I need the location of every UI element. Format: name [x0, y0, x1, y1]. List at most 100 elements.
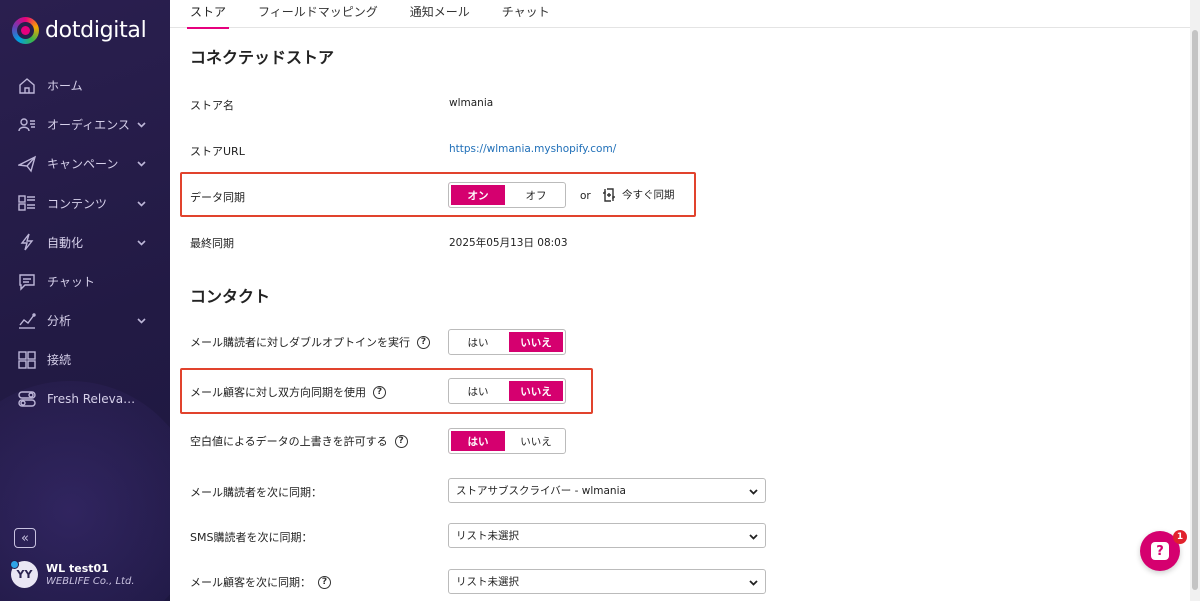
help-icon[interactable]: ? — [318, 575, 331, 589]
chevron-down-icon — [749, 532, 758, 541]
store-name-label: ストア名 — [190, 99, 234, 112]
data-sync-label: データ同期 — [190, 191, 245, 204]
sidebar-item-label: 分析 — [47, 314, 72, 329]
sidebar-item-label: 自動化 — [47, 235, 84, 250]
automation-icon — [17, 233, 36, 252]
help-icon[interactable]: ? — [394, 434, 408, 448]
last-sync-label: 最終同期 — [190, 237, 234, 250]
sms-subscribers-sync-label: SMS購読者を次に同期： — [190, 531, 313, 544]
chevron-down-icon — [137, 198, 146, 207]
sidebar-item-analytics[interactable]: 分析 — [0, 301, 170, 340]
sidebar-item-label: キャンペーン — [47, 157, 119, 172]
help-icon[interactable]: ? — [373, 385, 386, 399]
tab-bar: ストア フィールドマッピング 通知メール チャット — [170, 0, 1190, 29]
campaign-icon — [17, 154, 36, 173]
sidebar-item-fresh-relevance[interactable]: Fresh Releva… — [0, 380, 170, 419]
sidebar-item-automation[interactable]: 自動化 — [0, 223, 170, 262]
sidebar-item-label: コンテンツ — [47, 196, 108, 211]
last-sync-value: 2025年05月13日 08:03 — [449, 237, 568, 249]
tab-notification-email[interactable]: 通知メール — [410, 0, 470, 28]
help-chat-icon: ? — [1151, 542, 1169, 560]
sms-subscribers-sync-select[interactable]: リスト未選択 — [448, 523, 766, 548]
double-optin-row: メール購読者に対しダブルオプトインを実行 ? — [190, 334, 430, 350]
store-url-link[interactable]: https://wlmania.myshopify.com/ — [449, 143, 616, 155]
status-dot — [10, 560, 19, 569]
sidebar-item-content[interactable]: コンテンツ — [0, 184, 170, 223]
chevron-down-icon — [749, 487, 758, 496]
two-way-sync-yes-option[interactable]: はい — [449, 379, 507, 403]
main-content: ストア フィールドマッピング 通知メール チャット コネクテッドストア ストア名… — [170, 0, 1190, 601]
sidebar-item-home[interactable]: ホーム — [0, 66, 170, 105]
contacts-title: コンタクト — [190, 287, 271, 306]
sidebar-item-label: オーディエンス — [47, 118, 130, 133]
user-name: WL test01 — [46, 562, 109, 575]
scrollbar[interactable] — [1190, 0, 1200, 601]
email-customers-sync-row: メール顧客を次に同期： ? — [190, 574, 331, 590]
connect-icon — [17, 350, 36, 369]
chat-icon — [17, 272, 36, 291]
tab-store[interactable]: ストア — [186, 0, 230, 29]
sms-subscribers-sync-value: リスト未選択 — [456, 530, 519, 542]
tab-chat[interactable]: チャット — [502, 0, 550, 28]
analytics-icon — [17, 311, 36, 330]
data-sync-on-option[interactable]: オン — [449, 183, 507, 207]
connected-store-title: コネクテッドストア — [190, 48, 335, 67]
user-company: WEBLIFE Co., Ltd. — [46, 576, 135, 587]
double-optin-no-option[interactable]: いいえ — [507, 330, 565, 354]
sidebar-item-label: Fresh Releva… — [47, 392, 136, 407]
two-way-sync-row: メール顧客に対し双方向同期を使用 ? — [190, 384, 386, 400]
store-name-value: wlmania — [449, 97, 494, 109]
toggles-icon — [17, 390, 36, 409]
sync-now-label: 今すぐ同期 — [622, 189, 675, 201]
two-way-sync-no-option[interactable]: いいえ — [507, 379, 565, 403]
audience-icon — [17, 115, 36, 134]
avatar-initials: YY — [16, 568, 33, 581]
brand-name: dotdigital — [45, 18, 147, 43]
help-icon[interactable]: ? — [417, 335, 430, 349]
allow-blank-yes-option[interactable]: はい — [449, 429, 507, 453]
user-profile[interactable]: YY WL test01 WEBLIFE Co., Ltd. — [10, 560, 135, 588]
chevron-down-icon — [137, 119, 146, 128]
scrollbar-thumb[interactable] — [1192, 30, 1198, 590]
store-url-label: ストアURL — [190, 145, 245, 158]
avatar: YY — [10, 560, 38, 588]
sidebar-item-chat[interactable]: チャット — [0, 262, 170, 301]
data-sync-off-option[interactable]: オフ — [507, 183, 565, 207]
double-optin-yes-option[interactable]: はい — [449, 330, 507, 354]
sidebar-item-label: ホーム — [47, 79, 83, 94]
data-sync-toggle: オン オフ — [448, 182, 566, 208]
allow-blank-label: 空白値によるデータの上書きを許可する — [190, 435, 388, 448]
or-text: or — [580, 190, 591, 202]
brand-logo[interactable]: dotdigital — [12, 17, 147, 44]
email-customers-sync-value: リスト未選択 — [456, 576, 519, 588]
chevron-down-icon — [137, 237, 146, 246]
content-icon — [17, 194, 36, 213]
allow-blank-toggle: はい いいえ — [448, 428, 566, 454]
email-subscribers-sync-select[interactable]: ストアサブスクライバー - wlmania — [448, 478, 766, 503]
tab-field-mapping[interactable]: フィールドマッピング — [258, 0, 378, 28]
notification-badge: 1 — [1173, 530, 1187, 544]
double-optin-toggle: はい いいえ — [448, 329, 566, 355]
allow-blank-row: 空白値によるデータの上書きを許可する ? — [190, 433, 408, 449]
home-icon — [17, 76, 36, 95]
sidebar-item-campaign[interactable]: キャンペーン — [0, 144, 170, 183]
sidebar: dotdigital ホーム オーディエンス キャンペーン コンテンツ 自動化 — [0, 0, 170, 601]
chevron-down-icon — [137, 315, 146, 324]
allow-blank-no-option[interactable]: いいえ — [507, 429, 565, 453]
two-way-sync-label: メール顧客に対し双方向同期を使用 — [190, 386, 366, 399]
two-way-sync-toggle: はい いいえ — [448, 378, 566, 404]
sync-now-button[interactable]: 今すぐ同期 — [602, 187, 675, 202]
sync-icon — [603, 187, 615, 202]
sidebar-nav: ホーム オーディエンス キャンペーン コンテンツ 自動化 チャット 分析 接続 … — [0, 66, 170, 419]
double-chevron-left-icon: « — [21, 530, 29, 546]
sidebar-item-label: チャット — [47, 275, 95, 290]
email-customers-sync-select[interactable]: リスト未選択 — [448, 569, 766, 594]
dotdigital-logo-icon — [12, 17, 39, 44]
collapse-sidebar-button[interactable]: « — [14, 528, 36, 548]
sidebar-item-connect[interactable]: 接続 — [0, 340, 170, 379]
email-subscribers-sync-value: ストアサブスクライバー - wlmania — [456, 485, 626, 497]
email-subscribers-sync-label: メール購読者を次に同期： — [190, 486, 322, 499]
chevron-down-icon — [749, 578, 758, 587]
email-customers-sync-label: メール顧客を次に同期： — [190, 576, 311, 589]
sidebar-item-audience[interactable]: オーディエンス — [0, 105, 170, 144]
